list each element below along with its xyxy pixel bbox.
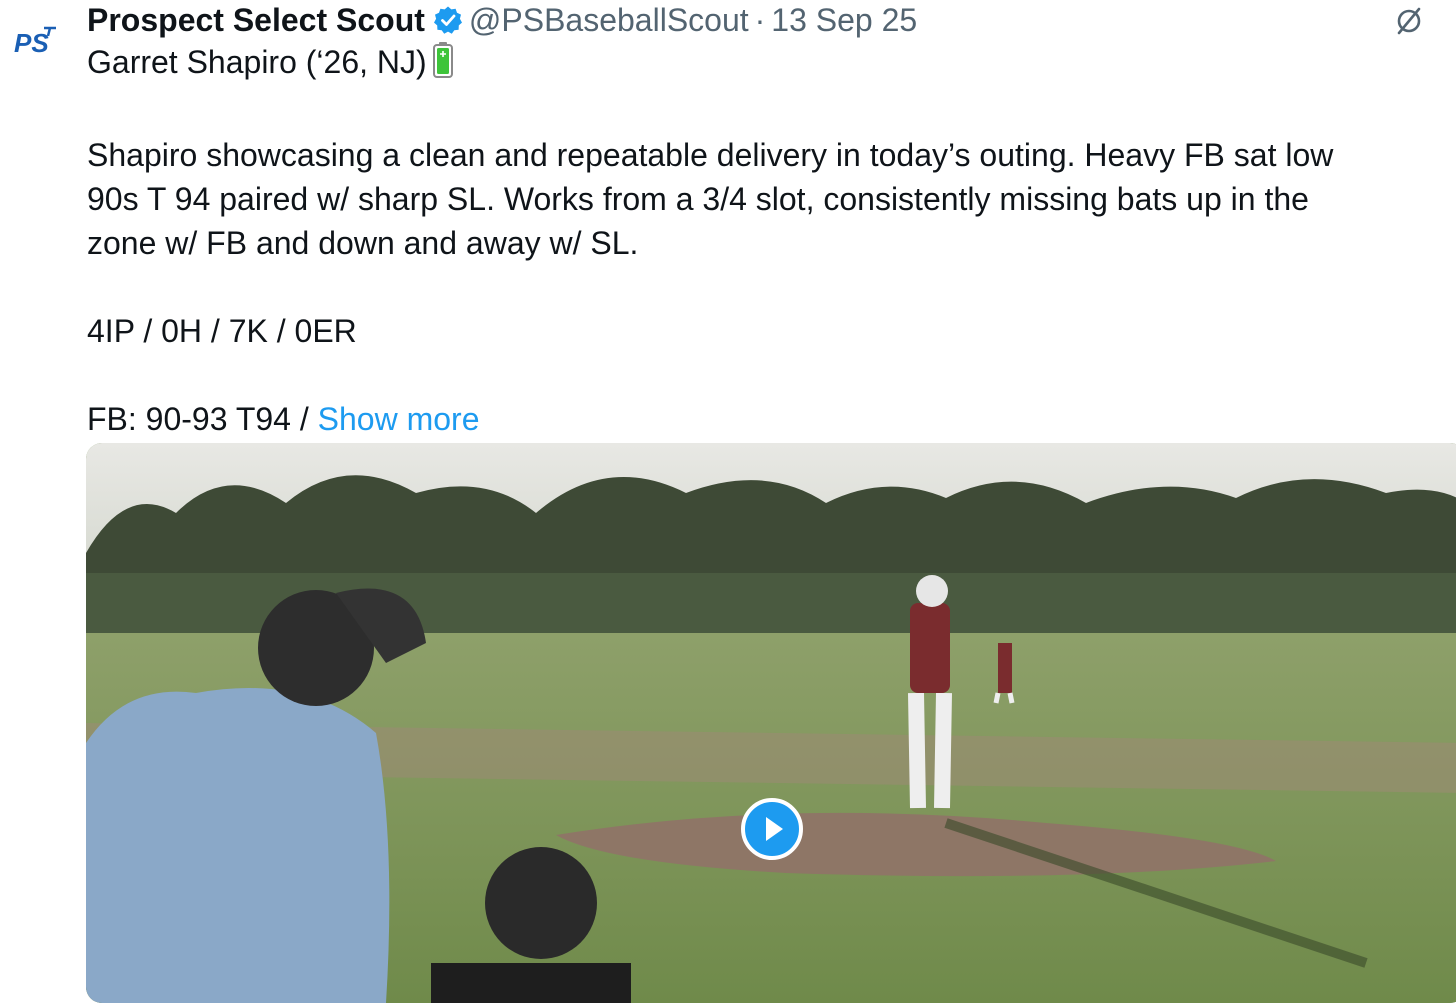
show-more-link[interactable]: Show more bbox=[318, 401, 480, 437]
truncated-text: FB: 90-93 T94 / bbox=[87, 401, 318, 437]
stat-line: 4IP / 0H / 7K / 0ER bbox=[87, 313, 357, 349]
paragraph-line: zone w/ FB and down and away w/ SL. bbox=[87, 225, 639, 261]
paragraph-line: Shapiro showcasing a clean and repeatabl… bbox=[87, 137, 1334, 173]
play-icon bbox=[766, 817, 783, 841]
author-name[interactable]: Prospect Select Scout bbox=[87, 2, 425, 39]
meta-separator: · bbox=[754, 1, 766, 38]
play-button[interactable] bbox=[741, 798, 803, 860]
author-handle[interactable]: @PSBaseballScout bbox=[469, 2, 749, 39]
paragraph-line: 90s T 94 paired w/ sharp SL. Works from … bbox=[87, 181, 1309, 217]
grok-icon[interactable] bbox=[1394, 6, 1424, 36]
ps-logo-icon: PS bbox=[14, 26, 56, 58]
truncated-line: FB: 90-93 T94 / Show more bbox=[87, 397, 1447, 441]
svg-text:PS: PS bbox=[14, 28, 49, 58]
battery-emoji-icon bbox=[432, 42, 453, 89]
post-date[interactable]: 13 Sep 25 bbox=[771, 2, 917, 39]
post-header: Prospect Select Scout @PSBaseballScout ·… bbox=[87, 0, 917, 40]
author-avatar[interactable]: PS bbox=[10, 22, 68, 68]
post-text: Garret Shapiro (‘26, NJ) Shapiro showcas… bbox=[87, 40, 1447, 441]
post-title-line: Garret Shapiro (‘26, NJ) bbox=[87, 40, 1447, 89]
video-thumbnail[interactable] bbox=[86, 443, 1456, 1003]
verified-badge-icon bbox=[433, 5, 463, 35]
post-title-text: Garret Shapiro (‘26, NJ) bbox=[87, 44, 427, 80]
baseball-scene-image bbox=[86, 443, 1456, 1003]
